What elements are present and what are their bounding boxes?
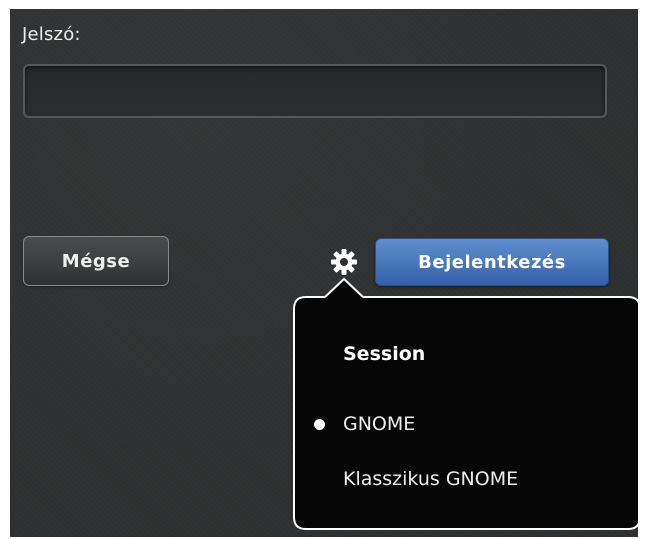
login-screen: Jelszó: Mégse Bejelentkezés Session GNOM… — [10, 9, 638, 537]
session-item-gnome[interactable]: GNOME — [312, 404, 622, 444]
session-item-classic-gnome[interactable]: Klasszikus GNOME — [312, 459, 622, 499]
gear-icon[interactable] — [330, 248, 358, 276]
session-item-label: GNOME — [343, 413, 416, 435]
cancel-button[interactable]: Mégse — [23, 236, 169, 286]
bullet-icon — [314, 418, 325, 430]
password-input[interactable] — [23, 64, 607, 118]
session-item-label: Klasszikus GNOME — [343, 468, 519, 490]
password-label: Jelszó: — [22, 24, 81, 45]
selection-indicator — [312, 418, 343, 430]
session-menu-header: Session — [343, 343, 426, 365]
session-popover: Session GNOME Klasszikus GNOME — [292, 275, 638, 531]
session-menu: Session GNOME Klasszikus GNOME — [292, 275, 638, 531]
